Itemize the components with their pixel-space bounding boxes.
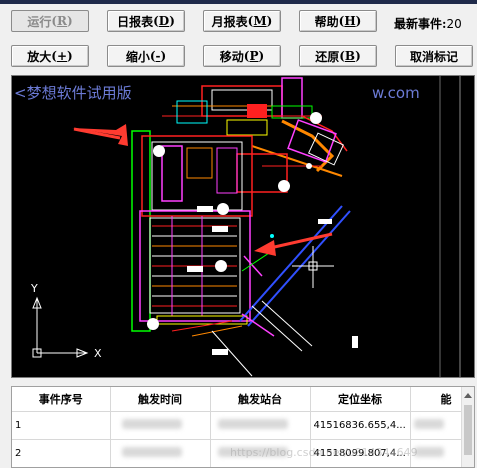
move-key: P [249, 49, 259, 63]
zoom-in-label: 放大 [27, 49, 52, 64]
cad-top-structures [162, 77, 322, 136]
ucs-axis-icon: Y X [30, 282, 102, 360]
axis-y-label: Y [30, 282, 38, 295]
zoom-out-label: 缩小 [125, 49, 150, 64]
latest-event-value: 20 [446, 17, 462, 31]
scroll-up-icon[interactable] [464, 393, 472, 398]
daily-report-key: D [158, 14, 170, 28]
watermark-text: https://blog.csdn.net/u014344649 [230, 446, 418, 459]
latest-event: 最新事件:20 [394, 15, 462, 32]
table-header-row: 事件序号 触发时间 触发站台 定位坐标 能 [12, 387, 465, 412]
monthly-report-button[interactable]: 月报表(M) [203, 10, 281, 32]
cad-drawing: <梦想软件试用版 w.com Y X [14, 76, 461, 377]
row-station-redacted [210, 411, 311, 440]
zoom-out-key: - [155, 49, 161, 63]
run-key: R [57, 14, 67, 28]
row-index: 2 [12, 439, 111, 467]
help-key: H [344, 14, 356, 28]
row-time-redacted [110, 411, 211, 440]
clear-marks-label: 取消标记 [409, 49, 458, 64]
move-button[interactable]: 移动(P) [203, 45, 281, 67]
monthly-report-label: 月报表 [211, 14, 248, 29]
axis-x-label: X [94, 347, 102, 360]
latest-event-label: 最新事件: [394, 17, 447, 31]
scrollbar-thumb[interactable] [464, 405, 472, 455]
cad-right-cluster [236, 112, 348, 193]
daily-report-button[interactable]: 日报表(D) [107, 10, 185, 32]
crosshair-cursor-icon [292, 246, 334, 288]
restore-button[interactable]: 还原(B) [299, 45, 377, 67]
row-more [410, 439, 465, 467]
cad-main-block [131, 130, 253, 332]
restore-label: 还原 [315, 49, 340, 64]
column-header-index[interactable]: 事件序号 [12, 387, 111, 412]
column-header-time[interactable]: 触发时间 [110, 387, 211, 412]
annotation-arrow-icon [72, 124, 128, 146]
column-header-station[interactable]: 触发站台 [210, 387, 311, 412]
canvas-overlay-url: w.com [372, 84, 420, 102]
run-button[interactable]: 运行(R) [11, 10, 89, 32]
zoom-in-button[interactable]: 放大(+) [11, 45, 89, 67]
run-label: 运行 [27, 14, 52, 29]
help-label: 帮助 [314, 14, 339, 29]
clear-marks-button[interactable]: 取消标记 [395, 45, 473, 67]
cad-drawing-canvas[interactable]: <梦想软件试用版 w.com Y X [11, 75, 475, 378]
help-button[interactable]: 帮助(H) [299, 10, 377, 32]
daily-report-label: 日报表 [117, 14, 154, 29]
window-top-strip [0, 0, 477, 4]
column-header-more[interactable]: 能 [410, 387, 465, 412]
monthly-report-key: M [253, 14, 267, 28]
move-label: 移动 [219, 49, 244, 64]
column-header-coord[interactable]: 定位坐标 [310, 387, 411, 412]
zoom-in-key: + [56, 49, 68, 63]
row-more [410, 411, 465, 440]
row-index: 1 [12, 411, 111, 440]
table-vertical-scrollbar[interactable] [461, 387, 474, 467]
cad-diagonal-road [171, 205, 358, 377]
row-coord: 41516836.655,4... [310, 411, 411, 440]
canvas-overlay-text: <梦想软件试用版 [14, 84, 132, 102]
zoom-out-button[interactable]: 缩小(-) [107, 45, 185, 67]
table-row[interactable]: 1 41516836.655,4... [12, 411, 465, 440]
row-time-redacted [110, 439, 211, 467]
restore-key: B [344, 49, 356, 63]
